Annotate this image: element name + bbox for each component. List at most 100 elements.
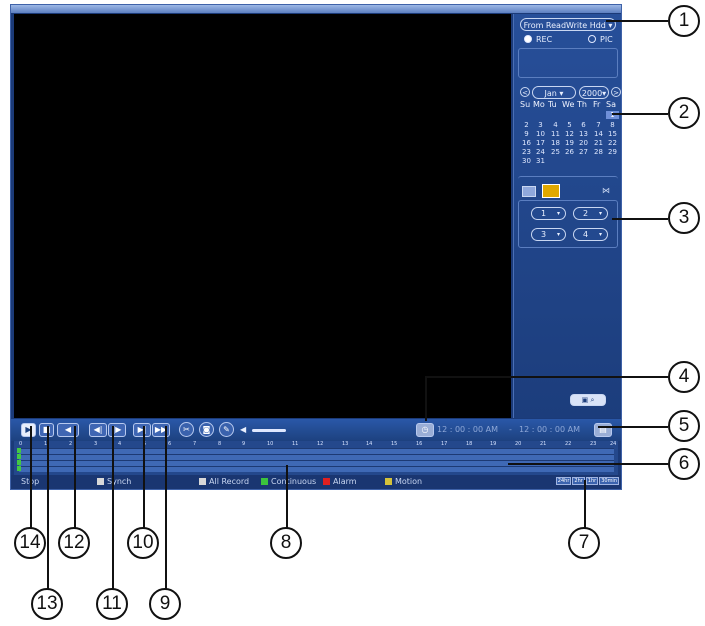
fast-forward-button[interactable]: ▶▶ <box>152 423 170 437</box>
play-button[interactable]: ▶ <box>21 423 36 437</box>
mode-radio-rec[interactable]: REC <box>524 35 552 44</box>
calendar-day[interactable]: 28 <box>592 148 605 156</box>
end-time-field[interactable]: 12 : 00 : 00 AM <box>519 425 580 434</box>
channel-select-4[interactable]: 4 ▾ <box>573 228 608 241</box>
timeline-hour-label: 21 <box>540 441 547 447</box>
legend-motion[interactable]: Motion <box>385 477 422 486</box>
volume-slider[interactable] <box>252 429 286 432</box>
scale-button-1hr[interactable]: 1hr <box>585 477 599 485</box>
callout-6: 6 <box>668 448 700 480</box>
calendar-day[interactable]: 31 <box>534 157 547 165</box>
start-time-field[interactable]: 12 : 00 : 00 AM <box>437 425 498 434</box>
scale-button-24hr[interactable]: 24hr <box>555 477 572 485</box>
sync-view-icon[interactable]: ⋈ <box>602 186 616 197</box>
calendar-day[interactable]: 8 <box>606 121 619 129</box>
scale-button-30min[interactable]: 30min <box>599 477 619 485</box>
callout-leader <box>508 463 668 465</box>
calendar-day[interactable]: 16 <box>520 139 533 147</box>
timeline-hour-label: 14 <box>366 441 373 447</box>
calendar-day[interactable]: 29 <box>606 148 619 156</box>
calendar-day[interactable]: 19 <box>563 139 576 147</box>
calendar-day[interactable]: 11 <box>549 130 562 138</box>
calendar-day[interactable]: 30 <box>520 157 533 165</box>
legend-swatch <box>199 478 206 485</box>
recording-segment <box>17 460 21 465</box>
calendar-day[interactable]: 23 <box>520 148 533 156</box>
calendar-day[interactable]: 21 <box>592 139 605 147</box>
calendar-day[interactable]: 3 <box>534 121 547 129</box>
legend-alarm[interactable]: Alarm <box>323 477 357 486</box>
weekday-label: Sa <box>606 100 616 109</box>
calendar-day[interactable]: 7 <box>592 121 605 129</box>
channel-select-2[interactable]: 2 ▾ <box>573 207 608 220</box>
synch-checkbox[interactable]: Synch <box>97 477 131 486</box>
previous-frame-button[interactable]: ◀| <box>89 423 107 437</box>
calendar-day[interactable]: 10 <box>534 130 547 138</box>
weekday-label: Fr <box>593 100 601 109</box>
year-select[interactable]: 2000▾ <box>579 86 609 99</box>
playback-control-bar: ▶ ■ ◀ ◀| |▶ ▶| ▶▶ ✂ ◙ ✎ ◀ ◷ 12 : 00 : 00… <box>11 419 621 441</box>
clip-button[interactable]: ✂ <box>179 422 194 437</box>
rewind-icon: ◀ <box>64 425 72 434</box>
scissors-icon: ✂ <box>183 425 190 434</box>
calendar-day[interactable]: 5 <box>563 121 576 129</box>
legend-swatch <box>261 478 268 485</box>
time-separator: - <box>509 425 512 434</box>
calendar-day[interactable]: 6 <box>577 121 590 129</box>
calendar-day[interactable]: 18 <box>549 139 562 147</box>
callout-leader <box>286 465 288 530</box>
recording-timeline[interactable]: 0 1 2 3 4 5 6 7 8 9 10 11 12 13 14 15 16… <box>14 441 618 475</box>
calendar-day[interactable]: 12 <box>563 130 576 138</box>
calendar-day[interactable]: 22 <box>606 139 619 147</box>
checkbox-icon <box>97 478 104 485</box>
calendar-day[interactable]: 2 <box>520 121 533 129</box>
snapshot-button[interactable]: ◙ <box>199 422 214 437</box>
calendar-day[interactable]: 13 <box>577 130 590 138</box>
mark-icon: ✎ <box>223 425 230 434</box>
timeline-hour-label: 24 <box>610 441 617 447</box>
volume-icon[interactable]: ◀ <box>240 425 246 434</box>
calendar-day[interactable]: 27 <box>577 148 590 156</box>
channel-select-3[interactable]: 3 ▾ <box>531 228 566 241</box>
timeline-hour-label: 11 <box>292 441 299 447</box>
calendar-day[interactable]: 4 <box>549 121 562 129</box>
channel-label: 2 <box>583 209 589 218</box>
calendar-day[interactable]: 17 <box>534 139 547 147</box>
calendar-day[interactable]: 25 <box>549 148 562 156</box>
legend-label: Continuous <box>271 477 317 486</box>
callout-4: 4 <box>668 361 700 393</box>
slow-play-button[interactable]: ▶| <box>133 423 151 437</box>
chevron-down-icon: ▾ <box>556 89 564 98</box>
timeline-hour-label: 4 <box>118 441 122 447</box>
timeline-hour-label: 10 <box>267 441 274 447</box>
playback-source-select[interactable]: From ReadWrite Hdd ▾ <box>520 18 616 31</box>
calendar-day[interactable]: 26 <box>563 148 576 156</box>
legend-continuous[interactable]: Continuous <box>261 477 316 486</box>
calendar-day[interactable]: 15 <box>606 130 619 138</box>
calendar-weekday-row: Su Mo Tu We Th Fr Sa <box>520 100 620 110</box>
calendar-day[interactable]: 9 <box>520 130 533 138</box>
next-month-button[interactable]: > <box>611 87 621 97</box>
single-view-icon[interactable] <box>522 186 536 197</box>
prev-month-button[interactable]: < <box>520 87 530 97</box>
dvr-playback-window: From ReadWrite Hdd ▾ REC PIC < Jan ▾ 200… <box>10 4 622 490</box>
callout-10: 10 <box>127 527 159 559</box>
calendar-day[interactable]: 20 <box>577 139 590 147</box>
next-frame-button[interactable]: |▶ <box>108 423 126 437</box>
weekday-label: Th <box>577 100 587 109</box>
time-search-button[interactable]: ◷ <box>416 423 434 437</box>
mode-radio-pic[interactable]: PIC <box>588 35 613 44</box>
video-display-area[interactable] <box>14 14 511 418</box>
mark-button[interactable]: ✎ <box>219 422 234 437</box>
calendar-day[interactable]: 14 <box>592 130 605 138</box>
legend-all-record[interactable]: All Record <box>199 477 249 486</box>
channel-track-4[interactable] <box>19 466 614 472</box>
calendar-day[interactable]: 24 <box>534 148 547 156</box>
month-select[interactable]: Jan ▾ <box>532 86 576 99</box>
backup-button[interactable]: ▣ ⌕ <box>570 394 606 406</box>
timeline-hour-label: 22 <box>565 441 572 447</box>
callout-leader <box>165 426 167 590</box>
channel-select-1[interactable]: 1 ▾ <box>531 207 566 220</box>
scale-button-2hr[interactable]: 2hr <box>572 477 585 485</box>
quad-view-icon[interactable] <box>542 184 560 198</box>
